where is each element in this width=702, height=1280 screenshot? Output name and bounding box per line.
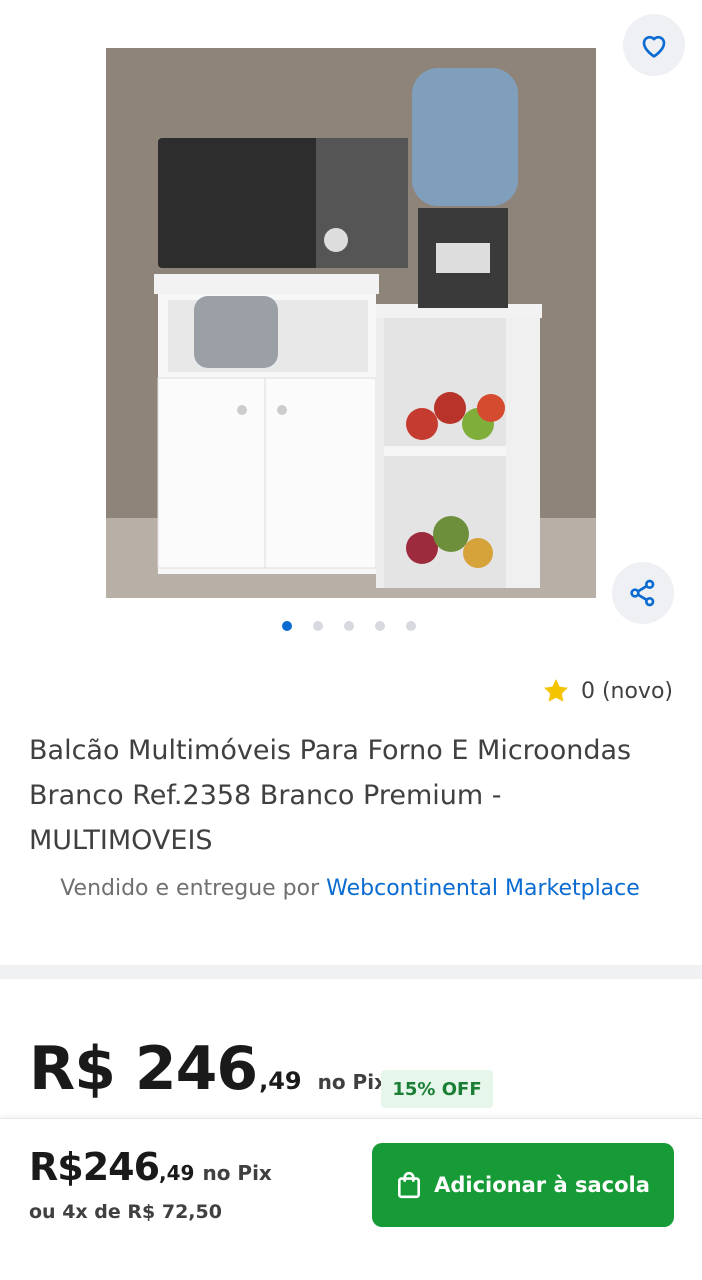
heart-icon (642, 35, 666, 58)
bottom-price: R$246 ,49 no Pix (29, 1145, 272, 1189)
image-pagination (282, 621, 416, 631)
pagination-dot[interactable] (344, 621, 354, 631)
pagination-dot[interactable] (406, 621, 416, 631)
seller-info: Vendido e entregue por Webcontinental Ma… (60, 873, 640, 905)
add-to-bag-button[interactable]: Adicionar à sacola (372, 1143, 674, 1227)
share-icon (630, 579, 655, 607)
price-main: R$ 246 (29, 1034, 258, 1104)
section-divider (0, 965, 702, 979)
product-illustration (106, 48, 596, 598)
pagination-dot[interactable] (375, 621, 385, 631)
star-icon (544, 679, 568, 702)
pagination-dot-active[interactable] (282, 621, 292, 631)
discount-badge: 15% OFF (381, 1070, 493, 1108)
bottom-pix-label: no Pix (202, 1161, 272, 1185)
product-title: Balcão Multimóveis Para Forno E Microond… (29, 735, 632, 856)
price-cents: ,49 (259, 1067, 302, 1095)
share-button[interactable] (612, 562, 674, 624)
pagination-dot[interactable] (313, 621, 323, 631)
seller-link[interactable]: Webcontinental Marketplace (326, 876, 640, 901)
seller-prefix: Vendido e entregue por (60, 876, 320, 901)
bottom-price-main: R$246 (29, 1145, 160, 1189)
pix-label: no Pix (317, 1070, 387, 1094)
rating-text: 0 (novo) (580, 678, 673, 704)
product-gallery[interactable] (0, 0, 702, 660)
bottom-purchase-bar: R$246 ,49 no Pix ou 4x de R$ 72,50 Adici… (0, 1118, 702, 1280)
product-image[interactable] (106, 48, 596, 598)
favorite-button[interactable] (623, 14, 685, 76)
shopping-bag-icon (398, 1171, 421, 1199)
price-block: R$ 246 ,49 no Pix (29, 1034, 387, 1104)
installments-text: ou 4x de R$ 72,50 (29, 1201, 222, 1223)
bottom-price-cents: ,49 (159, 1161, 195, 1185)
add-to-bag-label: Adicionar à sacola (434, 1173, 650, 1197)
product-rating[interactable]: 0 (novo) (541, 676, 673, 706)
